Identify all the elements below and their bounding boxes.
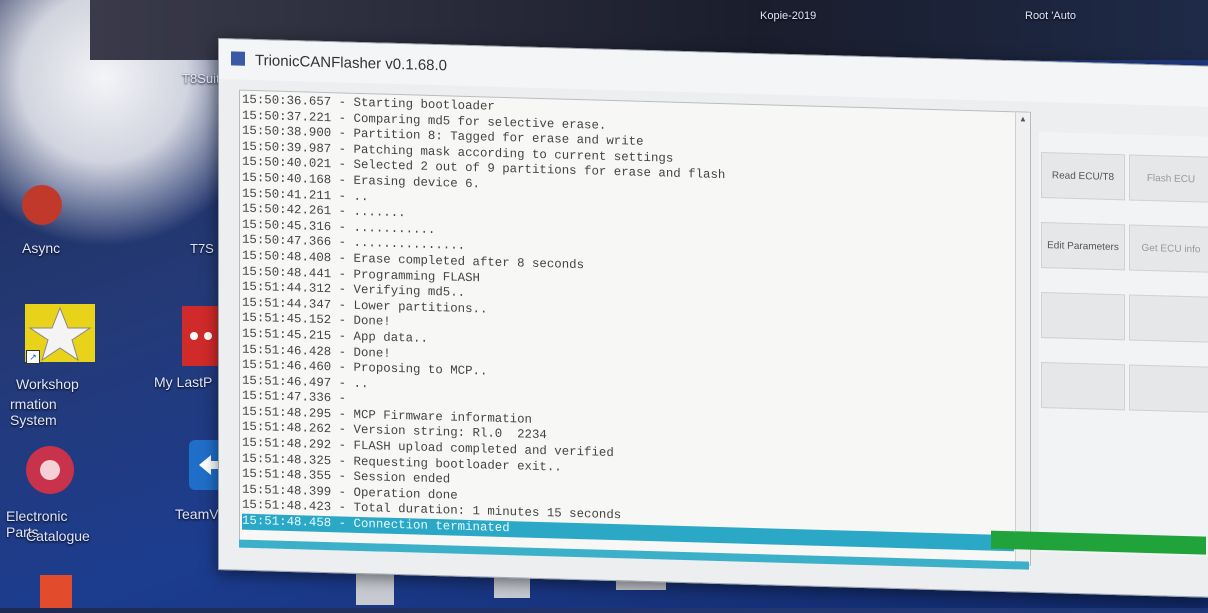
- trionic-can-flasher-window: TrionicCANFlasher v0.1.68.0 15:50:36.657…: [218, 38, 1208, 598]
- edit-parameters-button[interactable]: Edit Parameters: [1041, 221, 1125, 271]
- read-ecu-button[interactable]: Read ECU/T8: [1041, 151, 1125, 201]
- t8suite-label: T8Suit: [182, 71, 220, 86]
- desktop-shortcut-async[interactable]: Async: [12, 180, 72, 256]
- shortcut-arrow-icon: ↗: [26, 350, 40, 364]
- lastpass-label: My LastP: [154, 374, 213, 390]
- action-button[interactable]: [1129, 294, 1208, 343]
- scroll-up-icon[interactable]: ▲: [1019, 114, 1027, 123]
- async-label: Async: [22, 240, 61, 256]
- async-icon: [22, 185, 62, 225]
- desktop-shortcut-t7s[interactable]: T7S: [190, 240, 214, 258]
- lastpass-icon: [182, 306, 222, 366]
- action-button[interactable]: [1041, 291, 1125, 341]
- desktop-shortcut-electronic-parts-catalogue[interactable]: Electronic Parts Catalogue: [6, 440, 90, 544]
- action-button[interactable]: [1041, 361, 1125, 411]
- teamviewer-label: TeamVi: [175, 506, 222, 522]
- desktop-shortcut-lastpass[interactable]: My LastP: [154, 306, 222, 390]
- desktop-top-label-1: Kopie-2019: [760, 10, 817, 22]
- parts-catalogue-icon: [26, 446, 74, 494]
- pdf-icon: [40, 575, 72, 608]
- get-ecu-info-button[interactable]: Get ECU info: [1129, 224, 1208, 273]
- action-button[interactable]: [1129, 364, 1208, 413]
- desktop-top-label-2: Root 'Auto: [1025, 10, 1077, 22]
- flash-ecu-button[interactable]: Flash ECU: [1129, 154, 1208, 203]
- log-lines: 15:50:36.657 - Starting bootloader 15:50:…: [242, 93, 1014, 551]
- desktop-shortcut-pdf[interactable]: [40, 575, 72, 613]
- desktop-shortcut-workshop-information[interactable]: ↗ Workshop rmation System: [10, 300, 100, 428]
- app-icon: [231, 51, 245, 66]
- parts-label-2: Catalogue: [26, 528, 90, 544]
- workshop-label-1: Workshop: [16, 376, 79, 392]
- workshop-label-2: rmation System: [10, 396, 57, 428]
- t7s-label: T7S: [190, 241, 214, 256]
- desktop-shortcut-t8suite[interactable]: T8Suit: [182, 70, 220, 88]
- vertical-scrollbar[interactable]: ▲: [1015, 112, 1030, 565]
- action-panel: Read ECU/T8 Flash ECU Edit Parameters Ge…: [1039, 131, 1208, 557]
- log-output[interactable]: 15:50:36.657 - Starting bootloader 15:50:…: [239, 89, 1031, 566]
- window-title: TrionicCANFlasher v0.1.68.0: [255, 52, 448, 75]
